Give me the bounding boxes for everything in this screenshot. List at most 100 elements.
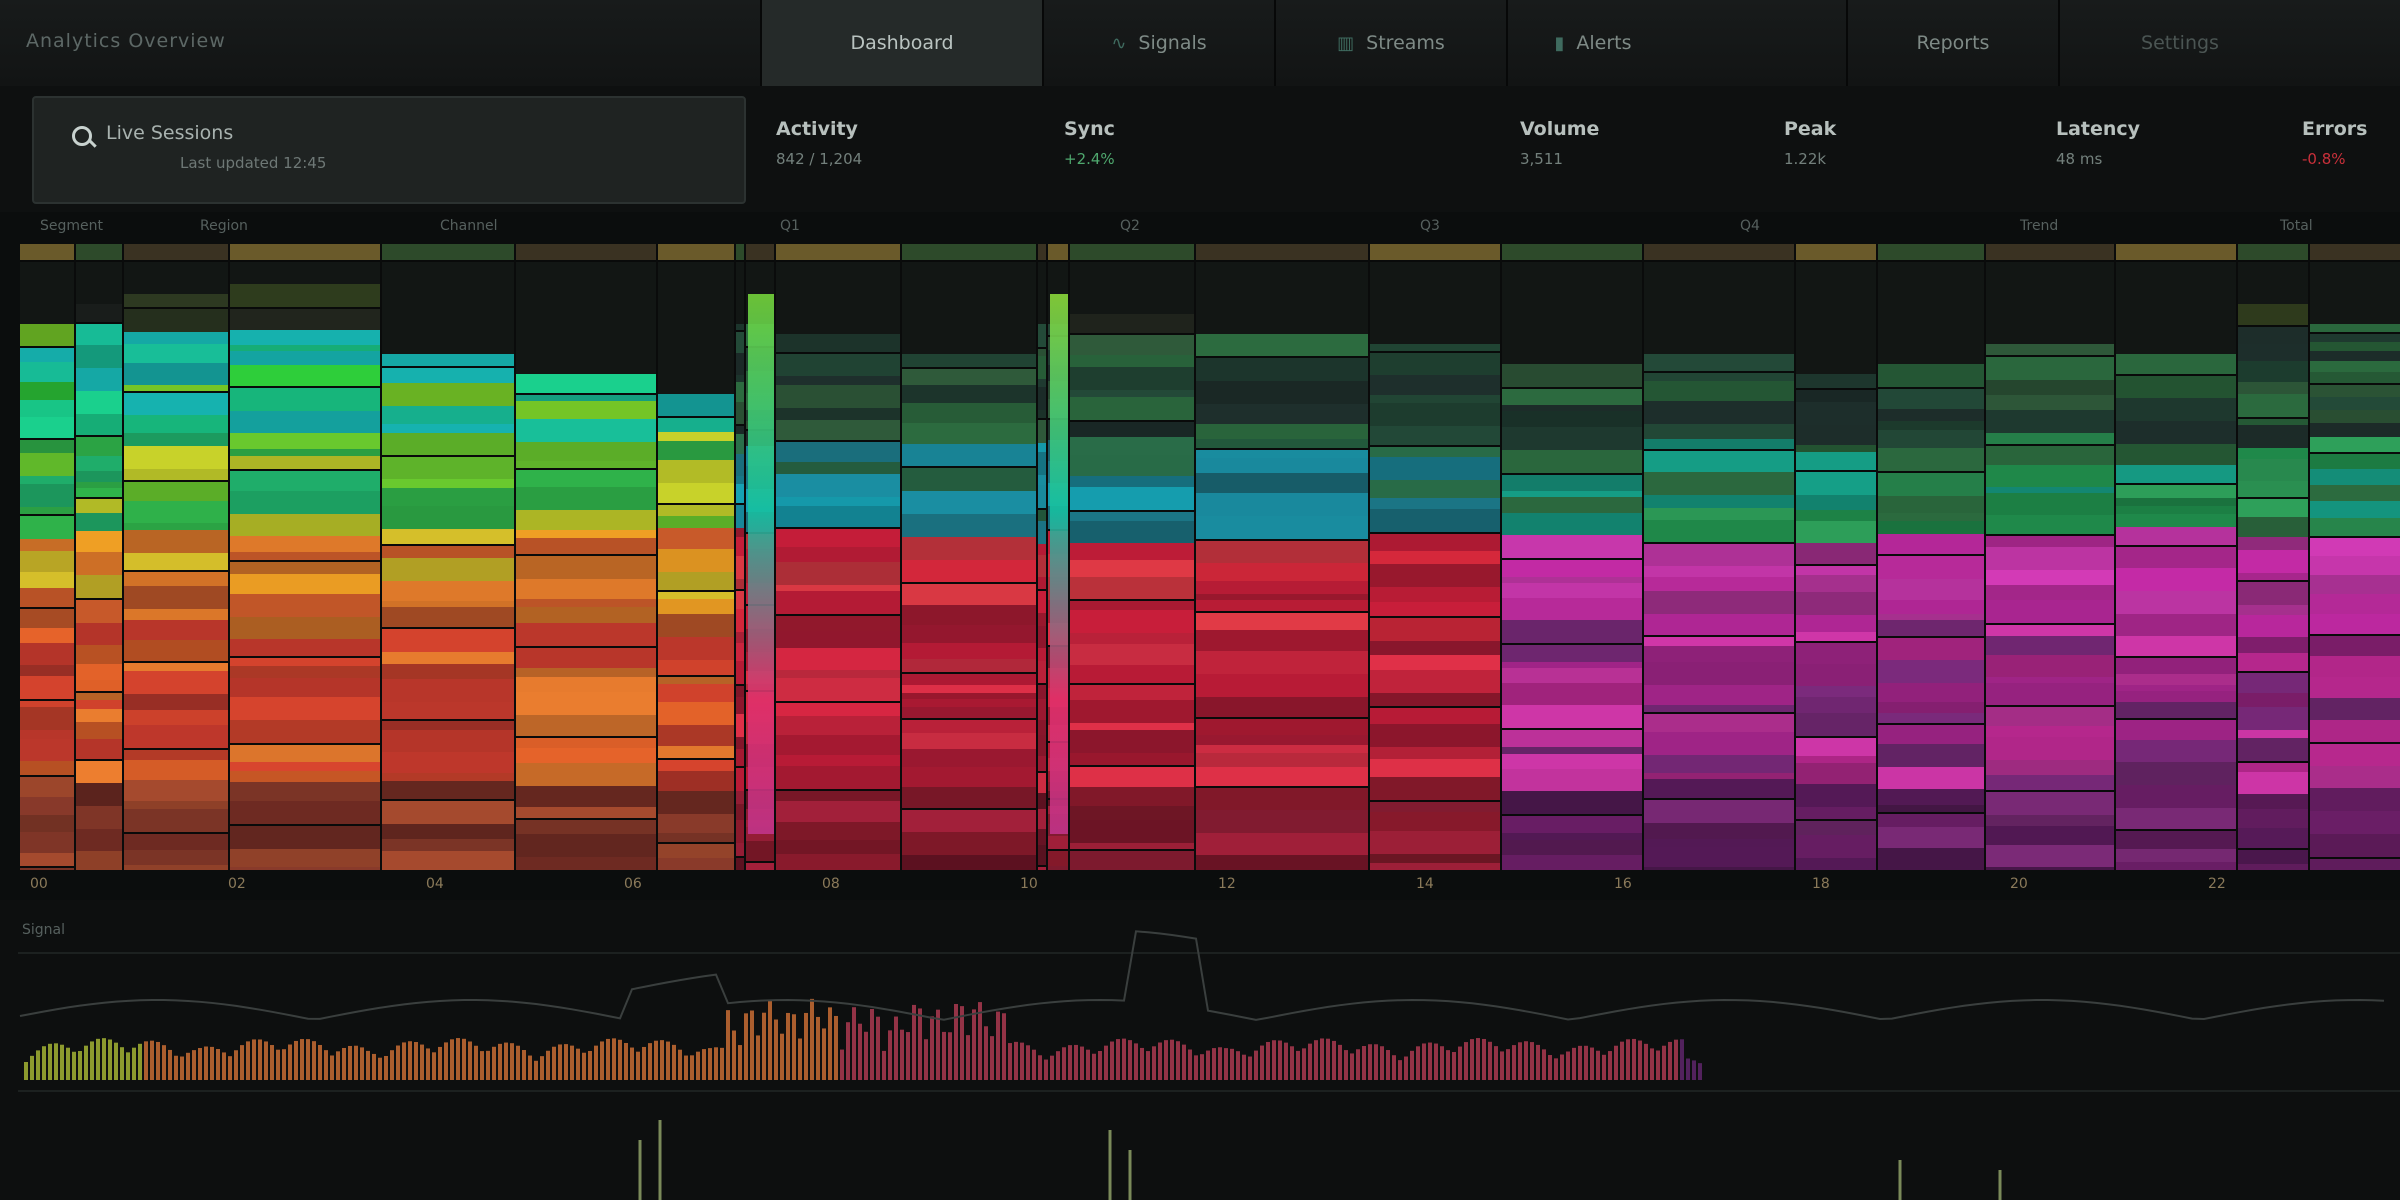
heatmap-cell <box>1878 713 1984 723</box>
heatmap-cell <box>1196 262 1368 334</box>
heatmap-cell <box>902 262 1036 354</box>
spectrum-bar <box>126 1052 130 1080</box>
heatmap-cell <box>658 572 734 590</box>
heatmap-cell <box>1370 534 1500 551</box>
grid-header[interactable]: Q1 <box>780 218 800 234</box>
heatmap-cell <box>902 767 1036 787</box>
heatmap-cell <box>1038 829 1046 845</box>
heatmap-cell <box>1502 645 1642 662</box>
spectrum-bar <box>1326 1038 1330 1080</box>
heatmap-cell <box>2238 327 2308 344</box>
tab-reports[interactable]: Reports <box>1846 0 2058 86</box>
heatmap-cell <box>516 461 656 468</box>
tab-signals[interactable]: ∿ Signals <box>1042 0 1274 86</box>
spectrum-bar <box>1434 1043 1438 1080</box>
heatmap-cell <box>1986 826 2114 845</box>
heatmap-cell <box>1986 433 2114 444</box>
heatmap-cell <box>736 402 744 424</box>
tab-streams[interactable]: ▥ Streams <box>1274 0 1506 86</box>
heatmap-cell <box>1878 638 1984 660</box>
heatmap-cell <box>1370 587 1500 602</box>
heatmap-cell <box>1196 651 1368 674</box>
heatmap-cell <box>76 709 122 722</box>
heatmap-cell <box>76 783 122 806</box>
spectrum-bar <box>924 1039 928 1080</box>
heatmap-cell <box>124 663 228 671</box>
spectrum-bar <box>114 1042 118 1080</box>
heatmap-cell <box>902 855 1036 870</box>
spectrum-bar <box>858 1023 862 1080</box>
heatmap-cell <box>76 680 122 691</box>
heatmap-cell <box>902 625 1036 643</box>
grid-header[interactable]: Q4 <box>1740 218 1760 234</box>
heatmap-cell <box>1370 457 1500 480</box>
heatmap-cell <box>2310 342 2400 351</box>
spectrum-bar <box>1386 1050 1390 1080</box>
heatmap-cell <box>20 730 74 739</box>
tab-dashboard[interactable]: Dashboard <box>760 0 1042 86</box>
grid-header[interactable]: Trend <box>2020 218 2058 234</box>
heatmap-cell <box>230 849 380 867</box>
spectrum-bar <box>792 1014 796 1080</box>
grid-header[interactable]: Total <box>2280 218 2313 234</box>
heatmap-cell <box>1986 815 2114 826</box>
metric-label: Peak <box>1784 118 1837 140</box>
grid-header[interactable]: Q2 <box>1120 218 1140 234</box>
heatmap-cell <box>1502 535 1642 558</box>
spectrum-bar <box>1020 1042 1024 1080</box>
heatmap-cell <box>1370 480 1500 498</box>
spectrum-bar <box>1584 1045 1588 1080</box>
spectrum-bar <box>996 1011 1000 1080</box>
heatmap-cell <box>2238 850 2308 864</box>
heatmap-cell <box>1878 513 1984 521</box>
spectrum-bar <box>1110 1041 1114 1080</box>
heatmap-cell <box>1196 697 1368 717</box>
heatmap-cell <box>124 482 228 501</box>
spectrum-bar <box>426 1048 430 1080</box>
heatmap-cell <box>658 746 734 758</box>
metric-value: 3,511 <box>1520 150 1563 168</box>
heatmap-cell <box>2116 674 2236 685</box>
heatmap-cell <box>736 528 744 537</box>
heatmap-cell <box>230 514 380 536</box>
grid-header[interactable]: Q3 <box>1420 218 1440 234</box>
heatmap-cell <box>1370 447 1500 457</box>
session-search-box[interactable]: Live Sessions Last updated 12:45 <box>32 96 746 204</box>
spectrum-bar <box>1320 1038 1324 1080</box>
heatmap-cell <box>1502 683 1642 705</box>
heatmap-cell <box>76 437 122 456</box>
metric-peak: Peak 1.22k <box>1784 118 1836 168</box>
heatmap-cell <box>1038 485 1046 508</box>
heatmap-column <box>516 244 658 870</box>
heatmap-column <box>1986 244 2116 870</box>
tab-settings[interactable]: Settings <box>2058 0 2300 86</box>
heatmap-cell <box>1796 784 1876 807</box>
heatmap-cell <box>1644 354 1794 371</box>
heatmap-cell <box>2310 501 2400 518</box>
grid-header[interactable]: Segment <box>40 218 103 234</box>
heatmap-cell <box>1370 395 1500 403</box>
heatmap-cell <box>2238 499 2308 517</box>
heatmap-cell <box>230 697 380 720</box>
heatmap-cell <box>1644 823 1794 839</box>
heatmap-cell <box>2238 361 2308 382</box>
heatmap-cell <box>76 391 122 414</box>
spectrum-bar <box>540 1056 544 1080</box>
heatmap-cell <box>1370 509 1500 532</box>
spectrum-bar <box>450 1039 454 1080</box>
heatmap-cell <box>2116 444 2236 465</box>
spectrum-bar <box>1626 1039 1630 1080</box>
grid-header[interactable]: Channel <box>440 218 497 234</box>
spectrum-bar <box>1524 1041 1528 1080</box>
heatmap-cell <box>1796 374 1876 388</box>
heatmap-cell <box>736 434 744 454</box>
heatmap-cell <box>902 423 1036 444</box>
heatmap-cell <box>1070 700 1194 723</box>
heatmap-cell <box>1370 831 1500 854</box>
heatmap-cell <box>658 483 734 503</box>
heatmap-cell <box>124 865 228 870</box>
metric-sync: Sync +2.4% <box>1064 118 1115 168</box>
heatmap-cell <box>2310 811 2400 834</box>
tab-alerts[interactable]: ▮ Alerts <box>1506 0 1678 86</box>
grid-header[interactable]: Region <box>200 218 248 234</box>
